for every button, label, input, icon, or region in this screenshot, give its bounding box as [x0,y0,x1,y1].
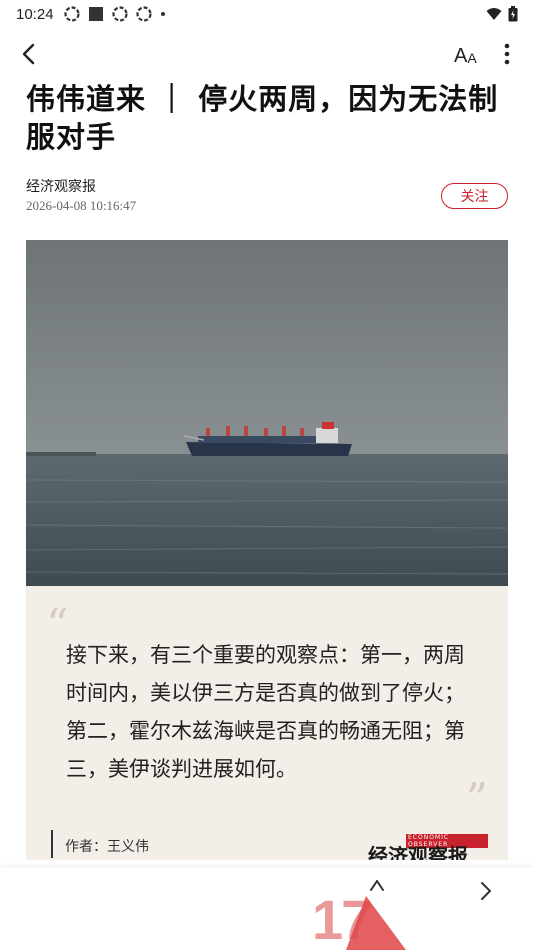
quote-text: 接下来，有三个重要的观察点：第一，两周时间内，美以伊三方是否真的做到了停火；第二… [66,643,465,781]
quote-card: “ 接下来，有三个重要的观察点：第一，两周时间内，美以伊三方是否真的做到了停火；… [26,586,508,860]
share-icon [481,882,491,900]
font-size-button[interactable]: A A [454,42,477,66]
ship-at-sea-image [26,240,508,586]
article-title: 伟伟道来 ｜ 停火两周，因为无法制服对手 [26,82,499,154]
arrow-up-icon [370,880,384,891]
app-icon [63,6,80,22]
dot-icon [160,12,165,16]
back-button[interactable] [14,40,42,68]
font-size-label-big: A [454,45,468,67]
more-vertical-icon [504,43,510,65]
publication-logo: ECONOMIC OBSERVER 经济观察报 [368,830,488,860]
more-button[interactable] [496,40,518,68]
like-icon [346,896,406,950]
square-icon [88,7,103,21]
publish-datetime: 2026-04-08 10:16:47 [26,198,137,213]
status-time: 10:24 [16,5,54,23]
follow-button[interactable]: 关注 [441,183,508,209]
font-size-label-small: A [467,50,477,66]
share-button[interactable] [476,880,494,908]
article-photo[interactable] [26,240,508,586]
status-bar: 10:24 [0,0,534,28]
quote-close-mark: ” [465,774,489,825]
app-icon [135,6,152,22]
top-nav: A A [0,36,534,72]
wifi-icon [486,8,502,20]
logo-text: 经济观察报 [368,844,468,860]
battery-icon [508,6,518,22]
bottom-action-bar: 17 [0,868,534,950]
author-divider [51,830,53,858]
app-icon [111,6,128,22]
scroll-top-button[interactable] [368,878,386,906]
like-button[interactable]: 17 [306,886,416,950]
chevron-left-icon [22,43,35,65]
quote-author: 作者：王义伟 [65,839,149,855]
source-name[interactable]: 经济观察报 [26,176,96,196]
